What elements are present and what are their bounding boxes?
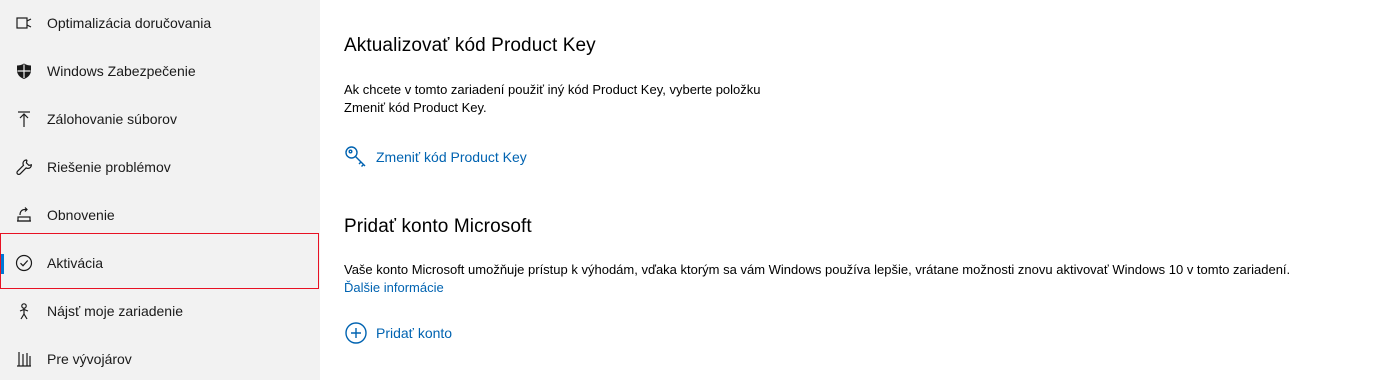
product-key-description-line2: Zmeniť kód Product Key. xyxy=(344,100,487,115)
wrench-icon xyxy=(15,158,33,176)
change-product-key-button[interactable]: Zmeniť kód Product Key xyxy=(344,144,527,170)
product-key-description-line1: Ak chcete v tomto zariadení použiť iný k… xyxy=(344,82,761,97)
delivery-optimization-icon xyxy=(15,14,33,32)
add-account-button[interactable]: Pridať konto xyxy=(344,320,452,346)
sidebar-item-backup[interactable]: Zálohovanie súborov xyxy=(0,95,320,143)
sidebar-item-label: Riešenie problémov xyxy=(47,159,171,175)
sidebar-item-delivery-optimization[interactable]: Optimalizácia doručovania xyxy=(0,0,320,47)
sidebar-item-label: Windows Zabezpečenie xyxy=(47,63,196,79)
sidebar-item-label: Nájsť moje zariadenie xyxy=(47,303,183,319)
microsoft-account-description: Vaše konto Microsoft umožňuje prístup k … xyxy=(344,262,1291,277)
developer-icon xyxy=(15,350,33,368)
microsoft-account-title: Pridať konto Microsoft xyxy=(344,216,532,237)
sidebar-item-label: Optimalizácia doručovania xyxy=(47,15,212,31)
recovery-icon xyxy=(15,206,33,224)
selection-indicator xyxy=(0,254,4,274)
more-info-link[interactable]: Ďalšie informácie xyxy=(344,279,444,297)
sidebar-item-label: Zálohovanie súborov xyxy=(47,111,177,127)
change-product-key-label: Zmeniť kód Product Key xyxy=(376,149,527,165)
add-circle-icon xyxy=(344,321,368,345)
main-content: Aktualizovať kód Product Key Ak chcete v… xyxy=(320,0,1374,380)
shield-icon xyxy=(15,62,33,80)
sidebar: Optimalizácia doručovania Windows Zabezp… xyxy=(0,0,320,380)
check-circle-icon xyxy=(15,254,33,272)
sidebar-item-label: Pre vývojárov xyxy=(47,351,132,367)
sidebar-item-recovery[interactable]: Obnovenie xyxy=(0,191,320,239)
sidebar-item-troubleshoot[interactable]: Riešenie problémov xyxy=(0,143,320,191)
add-account-label: Pridať konto xyxy=(376,325,453,341)
sidebar-item-label: Obnovenie xyxy=(47,207,115,223)
product-key-title: Aktualizovať kód Product Key xyxy=(344,35,596,56)
sidebar-item-windows-security[interactable]: Windows Zabezpečenie xyxy=(0,47,320,95)
find-device-icon xyxy=(15,302,33,320)
sidebar-item-find-my-device[interactable]: Nájsť moje zariadenie xyxy=(0,287,320,335)
sidebar-item-label: Aktivácia xyxy=(47,255,104,271)
sidebar-item-activation[interactable]: Aktivácia xyxy=(0,239,320,287)
key-icon xyxy=(344,145,368,169)
backup-arrow-icon xyxy=(15,110,33,128)
settings-window: Optimalizácia doručovania Windows Zabezp… xyxy=(0,0,1374,380)
sidebar-item-developers[interactable]: Pre vývojárov xyxy=(0,335,320,380)
